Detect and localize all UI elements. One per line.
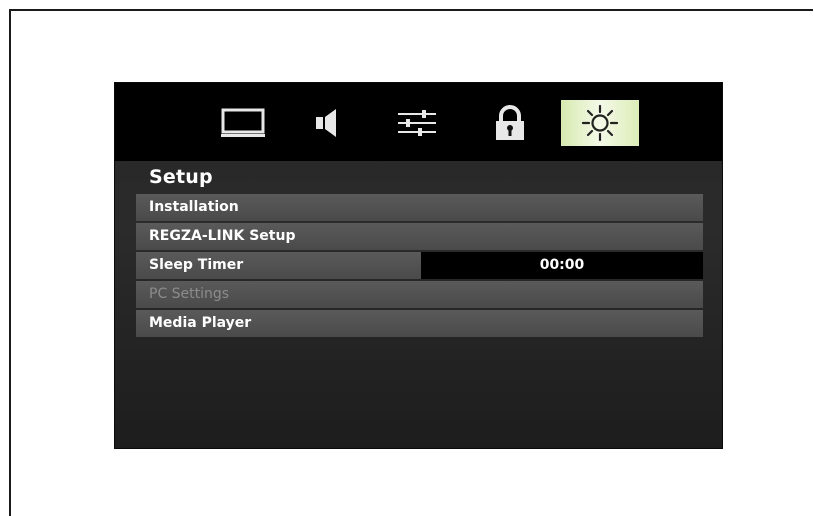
menu-item-label: REGZA-LINK Setup [149,228,296,244]
tab-picture[interactable] [204,100,282,146]
menu-item-media-player[interactable]: Media Player [136,310,703,337]
tab-preferences[interactable] [378,100,456,146]
sleep-timer-value: 00:00 [539,257,585,273]
setup-menu-list: Installation REGZA-LINK Setup Sleep Time… [136,194,703,339]
picture-icon [219,106,267,140]
menu-item-regza-link-setup[interactable]: REGZA-LINK Setup [136,223,703,250]
tab-sound[interactable] [289,100,367,146]
menu-item-label: Sleep Timer [149,257,244,273]
menu-tab-bar [115,83,722,161]
menu-item-label: Media Player [149,315,252,331]
tab-lock[interactable] [471,100,549,146]
sleep-timer-value-box[interactable]: 00:00 [421,252,703,279]
menu-item-label: PC Settings [149,286,230,302]
menu-item-pc-settings: PC Settings [136,281,703,308]
tv-menu-screen: Setup Installation REGZA-LINK Setup Slee… [114,82,723,449]
menu-item-installation[interactable]: Installation [136,194,703,221]
menu-item-label: Installation [149,199,239,215]
sliders-icon [394,106,440,140]
sun-icon [580,103,620,143]
menu-item-sleep-timer[interactable]: Sleep Timer 00:00 [136,252,703,279]
lock-icon [490,104,530,142]
tab-setup[interactable] [561,100,639,146]
menu-title: Setup [149,166,213,188]
speaker-icon [308,106,348,140]
